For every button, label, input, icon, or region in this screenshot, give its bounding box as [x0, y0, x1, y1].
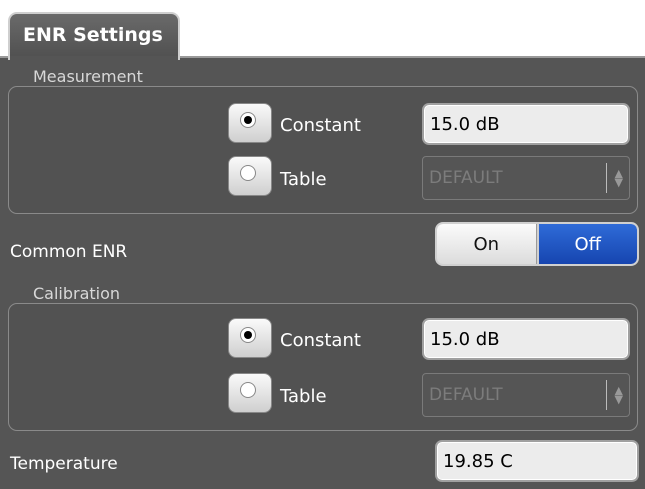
radio-selected-icon — [240, 327, 256, 343]
tab-joint — [10, 56, 178, 60]
tab-enr-settings[interactable]: ENR Settings — [8, 12, 180, 60]
common-enr-toggle[interactable]: On Off — [435, 222, 639, 266]
radio-selected-icon — [240, 112, 256, 128]
measurement-table-label: Table — [280, 169, 327, 190]
up-down-arrows-icon: ▲ ▼ — [614, 384, 623, 406]
measurement-group-label: Measurement — [33, 67, 143, 86]
radio-unselected-icon — [240, 165, 256, 181]
calibration-table-label: Table — [280, 386, 327, 407]
common-enr-label: Common ENR — [10, 242, 128, 262]
calibration-table-select-value: DEFAULT — [429, 385, 503, 405]
calibration-group-label: Calibration — [33, 284, 121, 303]
measurement-table-radio[interactable] — [228, 156, 272, 196]
calibration-constant-radio[interactable] — [228, 318, 272, 358]
measurement-constant-field[interactable]: 15.0 dB — [422, 103, 630, 145]
common-enr-on-button[interactable]: On — [437, 224, 537, 264]
select-divider — [606, 380, 607, 410]
common-enr-off-button[interactable]: Off — [538, 224, 637, 264]
radio-unselected-icon — [240, 382, 256, 398]
temperature-label: Temperature — [10, 454, 118, 474]
calibration-table-select[interactable]: DEFAULT ▲ ▼ — [422, 373, 630, 417]
up-down-arrows-icon: ▲ ▼ — [614, 167, 623, 189]
calibration-constant-label: Constant — [280, 330, 361, 351]
measurement-constant-label: Constant — [280, 115, 361, 136]
temperature-field[interactable]: 19.85 C — [435, 440, 639, 482]
measurement-table-select[interactable]: DEFAULT ▲ ▼ — [422, 156, 630, 200]
select-divider — [606, 163, 607, 193]
tab-title: ENR Settings — [23, 24, 163, 46]
measurement-constant-radio[interactable] — [228, 103, 272, 143]
calibration-constant-field[interactable]: 15.0 dB — [422, 318, 630, 360]
calibration-table-radio[interactable] — [228, 373, 272, 413]
measurement-table-select-value: DEFAULT — [429, 168, 503, 188]
